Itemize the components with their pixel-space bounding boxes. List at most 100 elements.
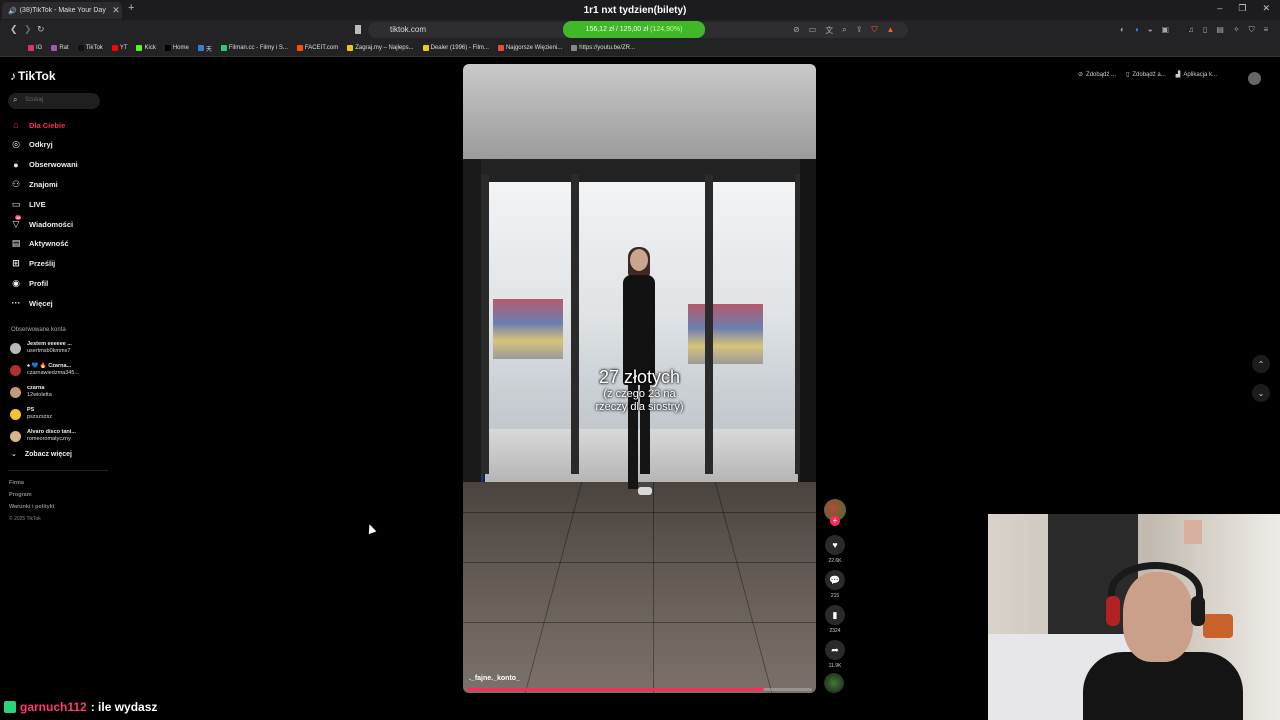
sidebar-item-home[interactable]: ⌂ Dla Ciebie: [10, 118, 65, 132]
bookmark-item[interactable]: YT: [111, 45, 127, 51]
sidebar-item-more[interactable]: ··· Więcej: [10, 296, 53, 310]
bookmark-item[interactable]: TikTok: [77, 45, 103, 51]
bookmark-item[interactable]: 天: [197, 44, 212, 53]
minimize-icon[interactable]: –: [1217, 3, 1222, 14]
bookmark-favicon-icon: [220, 45, 227, 51]
bookmark-item[interactable]: FACEIT.com: [296, 45, 338, 51]
search-input[interactable]: ⌕ Szukaj: [8, 93, 100, 109]
brave-shield-icon[interactable]: ⛉: [871, 25, 877, 36]
bookmark-item[interactable]: Rat: [51, 45, 69, 51]
restore-icon[interactable]: ❐: [1238, 3, 1246, 14]
profile-icon: ◉: [12, 277, 20, 288]
sidebar-item-messages[interactable]: ▽ 38 Wiadomości: [10, 215, 73, 231]
next-video-button[interactable]: ⌄: [1252, 384, 1270, 402]
back-icon[interactable]: ❮: [10, 24, 18, 35]
account-display-name: PS: [27, 407, 35, 413]
share-icon[interactable]: ⇪: [856, 25, 863, 36]
warning-icon[interactable]: ▲: [886, 25, 894, 36]
desktop-icon: ▟: [1175, 72, 1181, 78]
url-text: tiktok.com: [390, 25, 427, 34]
video-scene-pavement: [463, 482, 816, 693]
reload-icon[interactable]: ↻: [37, 24, 45, 35]
sidebar-item-compass[interactable]: ◎ Odkryj: [10, 138, 53, 152]
video-player[interactable]: 27 złotych (z czego 23 na rzeczy dla sio…: [463, 64, 816, 693]
comment-button[interactable]: 💬 215: [824, 570, 846, 599]
bookmark-item[interactable]: IG: [28, 45, 42, 51]
sidebar-item-friends[interactable]: ⚇ Znajomi: [10, 177, 58, 191]
close-window-icon[interactable]: ✕: [1262, 3, 1270, 14]
menu-icon[interactable]: ≡: [1264, 25, 1269, 35]
video-scene-door-post: [571, 174, 579, 474]
sidebar-item-live[interactable]: ▭ LIVE: [10, 197, 46, 211]
vpn-icon[interactable]: ⛉: [1249, 25, 1255, 35]
sidebar-item-label: Znajomi: [29, 179, 58, 189]
extension-icons: ◐ ◑ ◒ ▣: [1120, 25, 1169, 34]
bookmark-label: Filman.cc - Filmy i S...: [228, 45, 288, 51]
followed-account[interactable]: PS pszszszsz: [10, 406, 52, 422]
see-more-button[interactable]: ⌄ Zobacz więcej: [11, 450, 72, 459]
followed-account[interactable]: Alvaro disco tani... romeoromatyczny: [10, 428, 76, 444]
extension-icon-3[interactable]: ◒: [1148, 25, 1153, 34]
promo-app[interactable]: ▯ Zdobądź a...: [1126, 71, 1166, 79]
promo-desktop[interactable]: ▟ Aplikacja k...: [1175, 71, 1217, 79]
sidebar-item-upload[interactable]: ⊞ Prześlij: [10, 257, 55, 271]
messages-icon: ▽ 38: [12, 215, 22, 229]
mouse-cursor-icon: [365, 522, 377, 535]
extension-icon-2[interactable]: ◑: [1134, 25, 1139, 34]
followed-account[interactable]: czarna 12wioletta: [10, 384, 52, 400]
phone-icon: ▯: [1126, 72, 1130, 78]
follow-button[interactable]: +: [830, 516, 840, 526]
account-display-name: Alvaro disco tani...: [27, 429, 76, 435]
followed-account[interactable]: Jestem eeeeee ... usertmsb0kmmx7: [10, 340, 72, 356]
bookmark-item[interactable]: Najgorsze Więzieni...: [497, 45, 562, 51]
cast-icon[interactable]: ▭: [809, 25, 817, 36]
promo-coins[interactable]: ⊘ Zdobądź ...: [1078, 71, 1116, 79]
save-button[interactable]: ▮ 2324: [824, 605, 846, 634]
sidebar-item-following[interactable]: ● Obserwowani: [10, 158, 77, 172]
user-avatar[interactable]: [1248, 72, 1261, 85]
tab-tiktok[interactable]: 🔊 (38)TikTok - Make Your Day ✕: [2, 2, 122, 19]
media-icon[interactable]: ♫: [1188, 25, 1194, 35]
sidebar-divider: [8, 470, 108, 471]
new-tab-button[interactable]: +: [128, 2, 134, 14]
bookmark-item[interactable]: Home: [164, 45, 189, 51]
goal-percent: (124,90%): [650, 26, 683, 33]
bookmark-favicon-icon: [51, 45, 58, 51]
bookmark-item[interactable]: Dealer (1996) - Film...: [422, 45, 489, 51]
previous-video-button[interactable]: ⌃: [1252, 355, 1270, 373]
bookmark-item[interactable]: Kick: [136, 45, 156, 51]
close-tab-icon[interactable]: ✕: [110, 5, 122, 16]
leo-icon[interactable]: ✧: [1233, 25, 1240, 35]
translate-icon[interactable]: 文: [825, 25, 833, 36]
sidebar-item-activity[interactable]: ▤ Aktywność: [10, 237, 69, 251]
reader-icon[interactable]: ⊘: [793, 25, 800, 36]
following-icon: ●: [13, 159, 19, 170]
page-action-icons: ⊘ ▭ 文 ⌕ ⇪ ⛉ ▲: [793, 25, 894, 36]
chat-badge-icon: [4, 701, 16, 713]
share-button[interactable]: ➦ 11.9K: [824, 640, 846, 669]
wallet-icon[interactable]: ▤: [1216, 25, 1224, 35]
tiktok-logo[interactable]: ♪ TikTok: [10, 69, 56, 83]
footer-link-terms[interactable]: Warunki i polityki: [9, 504, 54, 510]
extension-icon-4[interactable]: ▣: [1162, 25, 1170, 34]
sidebar-item-profile[interactable]: ◉ Profil: [10, 276, 48, 290]
music-disc-icon[interactable]: [824, 673, 844, 693]
toolbar-icons: ♫ ▯ ▤ ✧ ⛉ ≡: [1188, 25, 1268, 35]
bookmark-icon[interactable]: [355, 25, 361, 34]
followed-account[interactable]: ♠ 💙 🔥 Czarna... czarnawiedzma345...: [10, 362, 79, 378]
footer-link-company[interactable]: Firma: [9, 480, 24, 486]
footer-link-program[interactable]: Program: [9, 492, 32, 498]
bookmark-item[interactable]: https://youtu.be/ZR...: [571, 45, 635, 51]
tab-title: (38)TikTok - Make Your Day: [19, 7, 106, 14]
video-progress-bar[interactable]: [467, 688, 812, 691]
tab-bar: 🔊 (38)TikTok - Make Your Day ✕ + 1r1 nxt…: [0, 0, 1280, 20]
like-button[interactable]: ♥ 22.6K: [824, 535, 846, 564]
extension-icon-1[interactable]: ◐: [1120, 25, 1125, 34]
bookmark-label: Zagraj.my – Najleps...: [355, 45, 414, 51]
sidebar-icon[interactable]: ▯: [1203, 25, 1207, 35]
forward-icon[interactable]: ❯: [24, 24, 32, 35]
bookmark-item[interactable]: Zagraj.my – Najleps...: [347, 45, 414, 51]
zoom-icon[interactable]: ⌕: [842, 25, 846, 36]
video-author[interactable]: ._fajne._konto_: [469, 675, 520, 682]
bookmark-item[interactable]: Filman.cc - Filmy i S...: [220, 45, 288, 51]
